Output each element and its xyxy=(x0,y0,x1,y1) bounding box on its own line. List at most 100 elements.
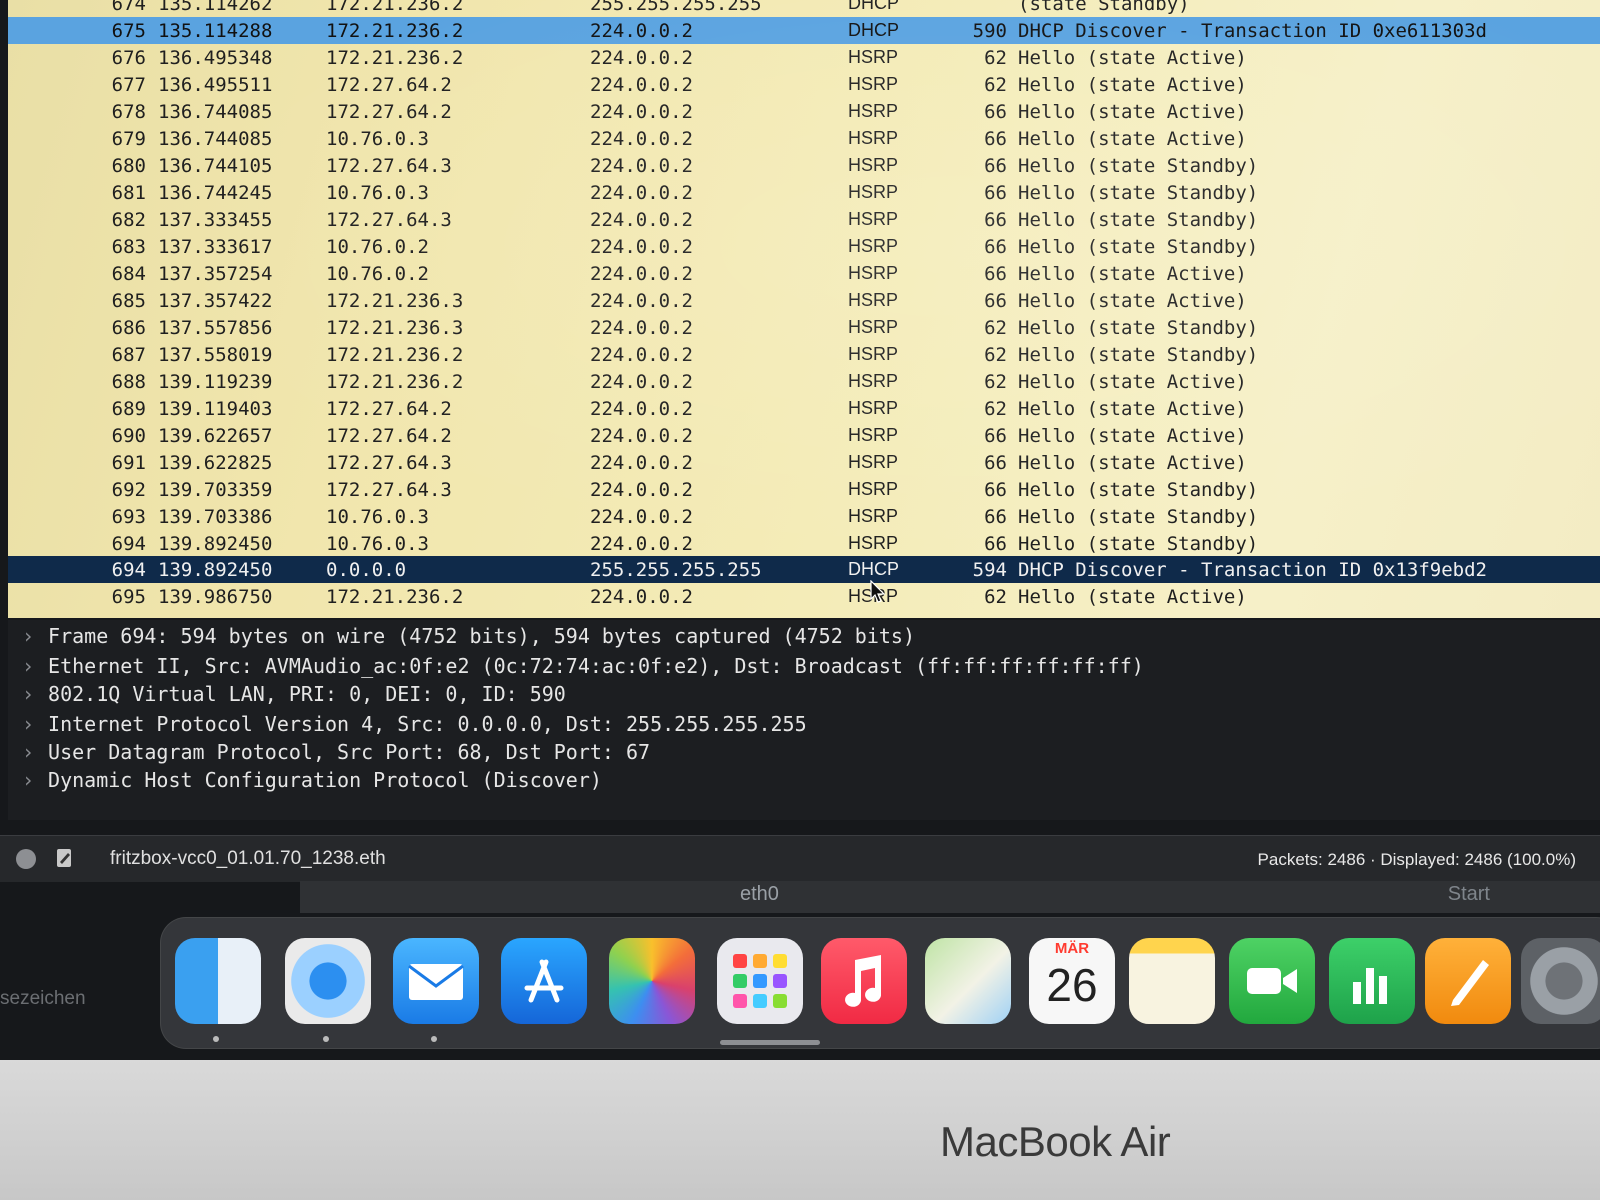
detail-tree-item[interactable]: › Dynamic Host Configuration Protocol (Di… xyxy=(22,768,602,796)
maps-icon[interactable] xyxy=(925,938,1011,1024)
packet-row[interactable]: 695139.986750172.21.236.2224.0.0.2HSRP62… xyxy=(8,583,1600,610)
packet-row[interactable]: 679 136.744085 10.76.0.3 224.0.0.2 HSRP 66 Hel… xyxy=(8,125,1600,152)
packet-protocol: HSRP xyxy=(848,182,899,202)
packet-source: 172.21.236.3 xyxy=(326,290,464,312)
packet-row[interactable]: 688 139.119239 172.21.236.2 224.0.0.2 HSRP 62… xyxy=(8,368,1600,395)
music-icon[interactable] xyxy=(821,938,907,1024)
packet-row[interactable]: 687 137.558019 172.21.236.2 224.0.0.2 HSRP 62… xyxy=(8,341,1600,368)
packet-protocol: HSRP xyxy=(848,236,899,256)
mail-icon[interactable] xyxy=(393,938,479,1024)
packet-protocol: HSRP xyxy=(848,155,899,175)
facetime-icon[interactable] xyxy=(1229,938,1315,1024)
detail-tree-item[interactable]: › Ethernet II, Src: AVMAudio_ac:0f:e2 (0c… xyxy=(22,654,1144,682)
packet-row[interactable]: 683 137.333617 10.76.0.2 224.0.0.2 HSRP 66 Hel… xyxy=(8,233,1600,260)
packet-row[interactable]: 675 135.114288 172.21.236.2 224.0.0.2 DHCP 59… xyxy=(8,17,1600,44)
running-indicator xyxy=(323,1036,329,1042)
capture-status-icon[interactable] xyxy=(16,849,36,869)
app-store-icon[interactable] xyxy=(501,938,587,1024)
packet-no: 693 xyxy=(111,506,146,528)
packet-list[interactable]: 674 135.114262 172.21.236.2 255.255.255.255… xyxy=(8,0,1600,618)
packet-info: Hello (state Standby) xyxy=(1018,344,1259,366)
packet-time: 139.892450 xyxy=(158,533,273,555)
notes-icon[interactable] xyxy=(1129,938,1215,1024)
packet-row[interactable]: 694 139.892450 10.76.0.3 224.0.0.2 HSRP 66 Hel… xyxy=(8,530,1600,557)
packet-source: 172.27.64.3 xyxy=(326,209,452,231)
packet-info: (state Standby) xyxy=(1018,0,1190,15)
packet-protocol: HSRP xyxy=(848,290,899,310)
packet-row[interactable]: 676 136.495348 172.21.236.2 224.0.0.2 HSRP 62… xyxy=(8,44,1600,71)
packet-source: 172.27.64.3 xyxy=(326,479,452,501)
packet-destination: 224.0.0.2 xyxy=(590,155,693,177)
start-button[interactable]: Start xyxy=(1448,883,1490,906)
packet-source: 10.76.0.3 xyxy=(326,533,429,555)
edit-comment-icon[interactable] xyxy=(56,847,74,869)
numbers-icon[interactable] xyxy=(1329,938,1415,1024)
packet-row[interactable]: 690 139.622657 172.27.64.2 224.0.0.2 HSRP 66 H… xyxy=(8,422,1600,449)
chevron-right-icon[interactable]: › xyxy=(22,768,34,792)
photos-icon[interactable] xyxy=(609,938,695,1024)
packet-no: 686 xyxy=(111,317,146,339)
packet-row[interactable]: 677 136.495511 172.27.64.2 224.0.0.2 HSRP 62 H… xyxy=(8,71,1600,98)
packet-info: Hello (state Active) xyxy=(1018,47,1247,69)
packet-time: 139.119403 xyxy=(158,398,273,420)
packet-no: 678 xyxy=(111,101,146,123)
packet-source: 172.27.64.2 xyxy=(326,398,452,420)
packet-source: 10.76.0.3 xyxy=(326,506,429,528)
chevron-right-icon[interactable]: › xyxy=(22,624,34,648)
packet-time: 135.114288 xyxy=(158,20,273,42)
packet-protocol: HSRP xyxy=(848,506,899,526)
packet-no: 694 xyxy=(111,533,146,555)
pages-icon[interactable] xyxy=(1425,938,1511,1024)
packet-row[interactable]: 685 137.357422 172.21.236.3 224.0.0.2 HSRP 66… xyxy=(8,287,1600,314)
packet-info: Hello (state Standby) xyxy=(1018,317,1259,339)
packet-time: 137.333617 xyxy=(158,236,273,258)
packet-destination: 224.0.0.2 xyxy=(590,182,693,204)
packet-time: 137.558019 xyxy=(158,344,273,366)
detail-tree-item[interactable]: › 802.1Q Virtual LAN, PRI: 0, DEI: 0, ID:… xyxy=(22,682,566,710)
status-bar: fritzbox-vcc0_01.01.70_1238.eth Packets:… xyxy=(0,835,1600,882)
packet-protocol: HSRP xyxy=(848,317,899,337)
chevron-right-icon[interactable]: › xyxy=(22,740,34,764)
packet-row[interactable]: 691 139.622825 172.27.64.3 224.0.0.2 HSRP 66 H… xyxy=(8,449,1600,476)
packet-info: Hello (state Active) xyxy=(1018,290,1247,312)
dock-scroll-indicator xyxy=(720,1040,820,1045)
chevron-right-icon[interactable]: › xyxy=(22,682,34,706)
packet-row[interactable]: 681 136.744245 10.76.0.3 224.0.0.2 HSRP 66 Hel… xyxy=(8,179,1600,206)
packet-row[interactable]: 684 137.357254 10.76.0.2 224.0.0.2 HSRP 66 Hel… xyxy=(8,260,1600,287)
packet-length: 62 xyxy=(984,317,1007,339)
packet-time: 137.333455 xyxy=(158,209,273,231)
packet-row[interactable]: 686 137.557856 172.21.236.3 224.0.0.2 HSRP 62… xyxy=(8,314,1600,341)
calendar-icon[interactable]: MÄR 26 xyxy=(1029,938,1115,1024)
packet-no: 675 xyxy=(111,20,146,42)
packet-details-pane[interactable]: › Frame 694: 594 bytes on wire (4752 bits… xyxy=(8,620,1600,820)
packet-info: Hello (state Active) xyxy=(1018,586,1247,608)
packet-destination: 224.0.0.2 xyxy=(590,344,693,366)
packet-row[interactable]: 680 136.744105 172.27.64.3 224.0.0.2 HSRP 66 H… xyxy=(8,152,1600,179)
chevron-right-icon[interactable]: › xyxy=(22,712,34,736)
packet-row[interactable]: 694 139.892450 0.0.0.0 255.255.255.255 DHCP 5… xyxy=(8,556,1600,583)
packet-row[interactable]: 674 135.114262 172.21.236.2 255.255.255.255… xyxy=(8,0,1600,17)
packet-row[interactable]: 682 137.333455 172.27.64.3 224.0.0.2 HSRP 66 H… xyxy=(8,206,1600,233)
launchpad-icon[interactable] xyxy=(717,938,803,1024)
detail-tree-item[interactable]: › User Datagram Protocol, Src Port: 68, D… xyxy=(22,740,650,768)
dock: MÄR 26 xyxy=(160,917,1600,1049)
packet-no: 677 xyxy=(111,74,146,96)
packet-row[interactable]: 693 139.703386 10.76.0.3 224.0.0.2 HSRP 66 Hel… xyxy=(8,503,1600,530)
packet-source: 172.21.236.2 xyxy=(326,20,464,42)
safari-icon[interactable] xyxy=(285,938,371,1024)
packet-row[interactable]: 678 136.744085 172.27.64.2 224.0.0.2 HSRP 66 H… xyxy=(8,98,1600,125)
detail-tree-item[interactable]: › Frame 694: 594 bytes on wire (4752 bits… xyxy=(22,624,915,652)
packet-length: 66 xyxy=(984,209,1007,231)
packet-row[interactable]: 689 139.119403 172.27.64.2 224.0.0.2 HSRP 62 H… xyxy=(8,395,1600,422)
detail-tree-item[interactable]: › Internet Protocol Version 4, Src: 0.0.0… xyxy=(22,712,807,740)
packet-destination: 224.0.0.2 xyxy=(590,263,693,285)
packet-length: 66 xyxy=(984,533,1007,555)
chevron-right-icon[interactable]: › xyxy=(22,654,34,678)
packet-destination: 224.0.0.2 xyxy=(590,20,693,42)
finder-icon[interactable] xyxy=(175,938,261,1024)
packet-row[interactable]: 692 139.703359 172.27.64.3 224.0.0.2 HSRP 66 H… xyxy=(8,476,1600,503)
packet-info: Hello (state Active) xyxy=(1018,263,1247,285)
system-settings-icon[interactable] xyxy=(1521,938,1600,1024)
interface-label: eth0 xyxy=(740,883,779,905)
packet-source: 10.76.0.3 xyxy=(326,182,429,204)
